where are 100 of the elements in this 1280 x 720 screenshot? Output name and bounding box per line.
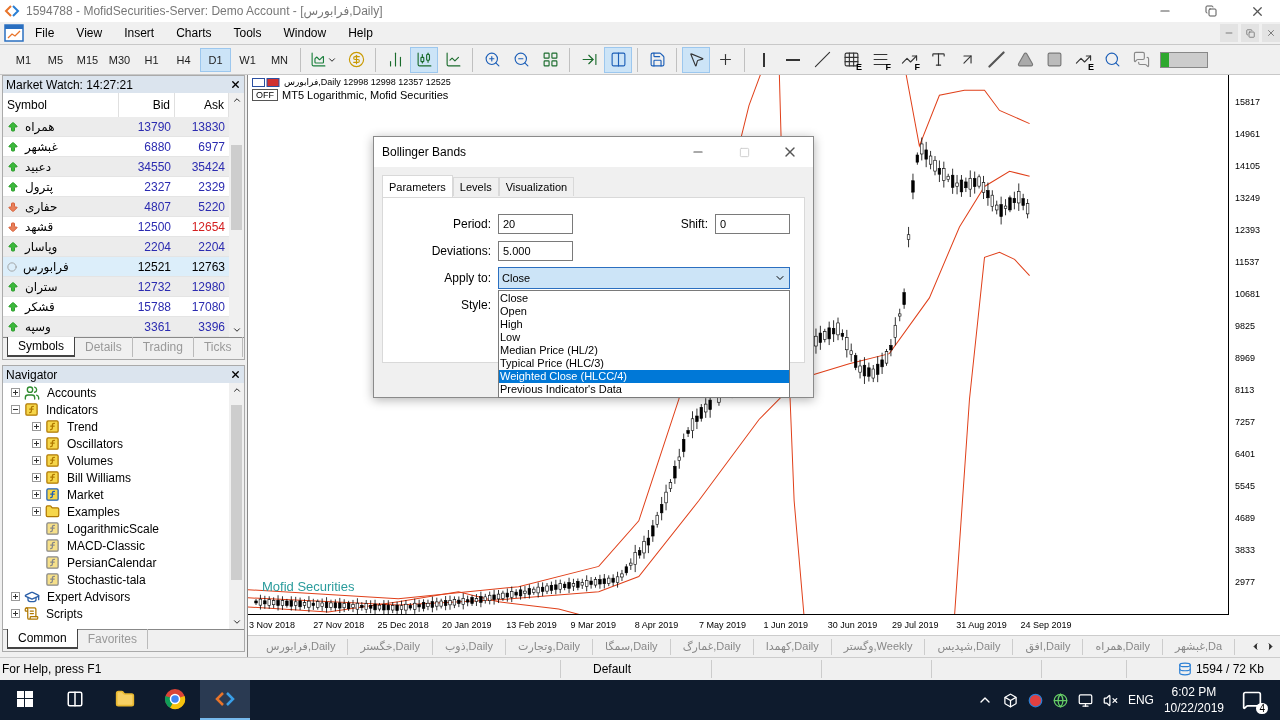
expand-icon[interactable] — [32, 439, 41, 448]
cursor-icon — [687, 51, 705, 68]
timeframe-button[interactable]: H4 — [168, 47, 199, 72]
timeframe-button[interactable]: M1 — [8, 47, 39, 72]
expand-icon[interactable] — [32, 456, 41, 465]
ask-price: 12763 — [191, 259, 225, 274]
cursor-tool-button[interactable] — [682, 46, 710, 73]
apply-to-select[interactable]: Close — [498, 267, 790, 289]
language-indicator[interactable]: ENG — [1127, 693, 1154, 707]
rectangle-icon — [1045, 51, 1063, 68]
navigator-item[interactable]: Oscillators — [67, 436, 123, 451]
menu-item[interactable]: View — [65, 23, 114, 43]
timeframe-button[interactable]: MN — [264, 47, 295, 72]
navigator-item[interactable]: PersianCalendar — [67, 555, 157, 570]
candles-tool-button[interactable] — [410, 46, 438, 73]
date-label: 9 Mar 2019 — [570, 620, 617, 630]
timeframe-button[interactable]: H1 — [136, 47, 167, 72]
navigator-item[interactable]: MACD-Classic — [67, 538, 145, 553]
expand-icon[interactable] — [32, 422, 41, 431]
trading-app-button[interactable] — [200, 680, 250, 720]
price-label: 8113 — [1234, 384, 1256, 397]
menu-item[interactable]: File — [24, 23, 66, 43]
menu-item[interactable]: Window — [272, 23, 338, 43]
function-icon — [45, 470, 60, 485]
navigator-item[interactable]: Volumes — [67, 453, 114, 468]
chart-shift-tool-button[interactable] — [604, 46, 632, 73]
fibo-fan-tool-button[interactable]: F — [895, 46, 923, 73]
panel-tab[interactable]: Symbols — [7, 337, 75, 357]
date-label: 1 Jun 2019 — [763, 620, 809, 630]
shift-field[interactable]: 0 — [715, 214, 790, 234]
scrollbar[interactable] — [229, 93, 244, 337]
app-logo-icon — [215, 691, 235, 707]
muted-volume-icon[interactable] — [1102, 692, 1118, 708]
menu-item[interactable]: Insert — [113, 23, 166, 43]
navigator-item[interactable]: Expert Advisors — [47, 589, 131, 604]
deviations-field[interactable]: 5.000 — [498, 241, 573, 261]
menu-item[interactable]: Charts — [165, 23, 223, 43]
close-button[interactable] — [230, 369, 241, 380]
ask-price: 3396 — [198, 319, 225, 334]
navigator-item[interactable]: Indicators — [46, 402, 99, 417]
elliott-tool-button[interactable]: E — [1069, 46, 1097, 73]
navigator-item[interactable]: Accounts — [47, 385, 97, 400]
symbol-name: غبشهر — [25, 139, 58, 154]
symbol-name: قشکر — [25, 299, 55, 314]
navigator-item[interactable]: Examples — [67, 504, 120, 519]
dialog-tab[interactable]: Levels — [452, 177, 499, 196]
accounts-icon — [24, 384, 40, 401]
right-chevron-icon — [1265, 641, 1276, 652]
scrollbar[interactable] — [229, 383, 244, 629]
fibo-tool-button[interactable]: F — [866, 46, 894, 73]
panel-tab[interactable]: Common — [7, 629, 78, 649]
field-label: Shift: — [679, 217, 708, 231]
dialog-tab[interactable]: Parameters — [382, 175, 453, 197]
collapse-icon[interactable] — [11, 405, 20, 414]
circle-icon[interactable] — [1027, 692, 1043, 708]
navigator-item[interactable]: Market — [67, 487, 104, 502]
navigator-item[interactable]: Bill Williams — [67, 470, 131, 485]
ask-price: 5220 — [198, 199, 225, 214]
date-label: 13 Feb 2019 — [506, 620, 558, 630]
expand-icon[interactable] — [32, 490, 41, 499]
app-logo-icon — [4, 4, 20, 18]
ask-price: 17080 — [191, 299, 225, 314]
bid-price: 34550 — [137, 159, 171, 174]
box-icon[interactable] — [1002, 692, 1018, 708]
scroll-right-button[interactable] — [1265, 641, 1276, 652]
timeframe-button[interactable]: M30 — [104, 47, 135, 72]
dropdown-option[interactable]: Weighted Close (HLCC/4) — [499, 370, 789, 383]
timeframe-button[interactable]: M15 — [72, 47, 103, 72]
chart-subtitle: MT5 Logarithmic, Mofid Securities — [282, 89, 449, 101]
text-icon — [929, 51, 947, 68]
ask-price: 12980 — [191, 279, 225, 294]
channel-tool-button[interactable]: E — [837, 46, 865, 73]
dollar-icon — [347, 51, 365, 68]
expand-icon[interactable] — [32, 473, 41, 482]
navigator-item[interactable]: Stochastic-tala — [67, 572, 146, 587]
timeframe-button[interactable]: W1 — [232, 47, 263, 72]
timeframe-button[interactable]: M5 — [40, 47, 71, 72]
price-label: 12393 — [1234, 224, 1262, 237]
horizontal-line-icon — [786, 58, 800, 61]
navigator-item[interactable]: LogarithmicScale — [67, 521, 160, 536]
up-arrow-icon — [7, 160, 19, 173]
globe-icon[interactable] — [1052, 692, 1068, 708]
period-field[interactable]: 20 — [498, 214, 573, 234]
network-icon[interactable] — [1077, 692, 1093, 708]
dialog-tab[interactable]: Visualization — [498, 177, 575, 196]
expand-icon[interactable] — [11, 609, 20, 618]
navigator-item[interactable]: Scripts — [46, 606, 83, 621]
close-button[interactable] — [230, 79, 241, 90]
expand-icon[interactable] — [11, 388, 20, 397]
expand-icon[interactable] — [11, 592, 20, 601]
bid-price: 6880 — [144, 139, 171, 154]
expand-icon[interactable] — [32, 507, 41, 516]
up-arrow-icon — [7, 180, 19, 193]
navigator-item[interactable]: Trend — [67, 419, 98, 434]
function-icon — [24, 402, 39, 417]
clock[interactable]: 6:02 PM 10/22/2019 — [1163, 684, 1224, 716]
menu-item[interactable]: Help — [337, 23, 384, 43]
menu-item[interactable]: Tools — [222, 23, 273, 43]
timeframe-button[interactable]: D1 — [200, 47, 231, 72]
window-title: 1594788 - MofidSecurities-Server: Demo Account - [فرابورس,Daily] — [26, 4, 384, 18]
